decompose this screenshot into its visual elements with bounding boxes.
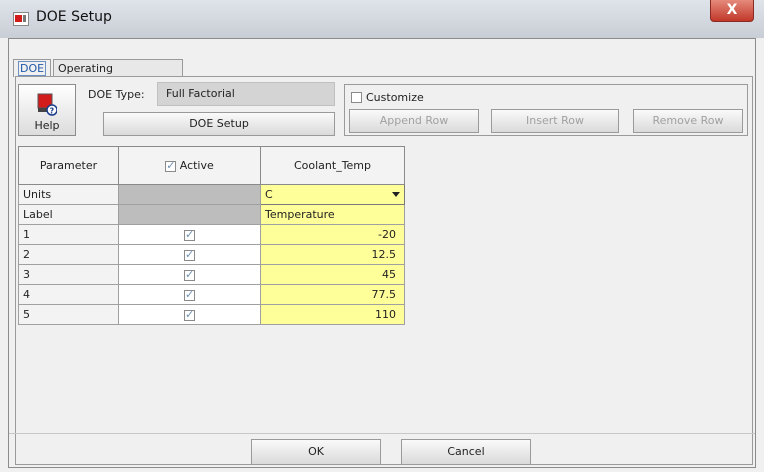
tab-doe-label: DOE bbox=[18, 61, 47, 76]
help-icon: ? bbox=[37, 93, 57, 116]
row-value-cell[interactable]: 110 bbox=[260, 304, 405, 325]
cancel-button[interactable]: Cancel bbox=[401, 439, 531, 465]
row-value-cell[interactable]: 12.5 bbox=[260, 244, 405, 265]
app-icon bbox=[13, 12, 29, 26]
table-row: 5 110 bbox=[18, 304, 405, 325]
row-index: 2 bbox=[18, 244, 119, 265]
client-area: DOE Operating Parameters ? Help DOE Type… bbox=[8, 38, 756, 468]
row-value-cell[interactable]: 77.5 bbox=[260, 284, 405, 305]
row-active-cell[interactable] bbox=[118, 304, 261, 325]
doe-tab-panel: ? Help DOE Type: Full Factorial DOE Setu… bbox=[15, 76, 753, 465]
row-active-cell[interactable] bbox=[118, 224, 261, 245]
header-coolant-temp: Coolant_Temp bbox=[260, 146, 405, 185]
customize-label: Customize bbox=[366, 90, 424, 104]
units-value: C bbox=[265, 188, 273, 201]
table-row-label: Label Temperature bbox=[18, 204, 405, 225]
label-value-cell[interactable]: Temperature bbox=[260, 204, 405, 225]
row-value-cell[interactable]: -20 bbox=[260, 224, 405, 245]
row-index: 5 bbox=[18, 304, 119, 325]
table-row: 1 -20 bbox=[18, 224, 405, 245]
header-parameter: Parameter bbox=[18, 146, 119, 185]
row-active-checkbox[interactable] bbox=[184, 268, 195, 281]
units-dropdown[interactable]: C bbox=[260, 184, 405, 205]
parameter-table: Parameter Active Coolant_Temp Units C bbox=[18, 146, 405, 325]
row-active-checkbox[interactable] bbox=[184, 308, 195, 321]
table-row: 4 77.5 bbox=[18, 284, 405, 305]
row-label-units: Units bbox=[18, 184, 119, 205]
close-button[interactable]: X bbox=[710, 0, 754, 22]
doe-type-label: DOE Type: bbox=[88, 88, 145, 101]
row-active-checkbox[interactable] bbox=[184, 228, 195, 241]
help-label: Help bbox=[34, 119, 60, 132]
table-row: 2 12.5 bbox=[18, 244, 405, 265]
tab-operating-parameters[interactable]: Operating Parameters bbox=[53, 59, 183, 93]
label-active-cell bbox=[118, 204, 261, 225]
doe-setup-window: DOE Setup X DOE Operating Parameters ? H… bbox=[0, 0, 764, 472]
tab-doe[interactable]: DOE bbox=[13, 59, 51, 77]
table-row-units: Units C bbox=[18, 184, 405, 205]
table-header-row: Parameter Active Coolant_Temp bbox=[18, 146, 405, 185]
row-index: 3 bbox=[18, 264, 119, 285]
remove-row-button[interactable]: Remove Row bbox=[633, 109, 743, 133]
doe-type-value: Full Factorial bbox=[157, 82, 335, 106]
row-index: 1 bbox=[18, 224, 119, 245]
row-active-cell[interactable] bbox=[118, 264, 261, 285]
ok-button[interactable]: OK bbox=[251, 439, 381, 465]
row-active-checkbox[interactable] bbox=[184, 248, 195, 261]
footer-divider bbox=[9, 433, 755, 434]
units-active-cell bbox=[118, 184, 261, 205]
row-value-cell[interactable]: 45 bbox=[260, 264, 405, 285]
title-bar: DOE Setup X bbox=[0, 0, 764, 38]
help-button[interactable]: ? Help bbox=[18, 84, 76, 136]
row-active-cell[interactable] bbox=[118, 284, 261, 305]
window-title: DOE Setup bbox=[36, 9, 112, 25]
customize-group: Customize Append Row Insert Row Remove R… bbox=[344, 84, 748, 136]
row-index: 4 bbox=[18, 284, 119, 305]
header-active-label: Active bbox=[179, 159, 214, 172]
row-active-cell[interactable] bbox=[118, 244, 261, 265]
append-row-button[interactable]: Append Row bbox=[349, 109, 479, 133]
customize-checkbox-box[interactable] bbox=[351, 91, 362, 103]
header-active[interactable]: Active bbox=[118, 146, 261, 185]
row-label-label: Label bbox=[18, 204, 119, 225]
chevron-down-icon[interactable] bbox=[392, 192, 400, 197]
doe-setup-button[interactable]: DOE Setup bbox=[103, 112, 335, 136]
active-header-checkbox[interactable] bbox=[165, 159, 177, 172]
insert-row-button[interactable]: Insert Row bbox=[491, 109, 619, 133]
svg-text:?: ? bbox=[50, 107, 55, 116]
row-active-checkbox[interactable] bbox=[184, 288, 195, 301]
customize-checkbox[interactable]: Customize bbox=[351, 90, 424, 104]
table-row: 3 45 bbox=[18, 264, 405, 285]
